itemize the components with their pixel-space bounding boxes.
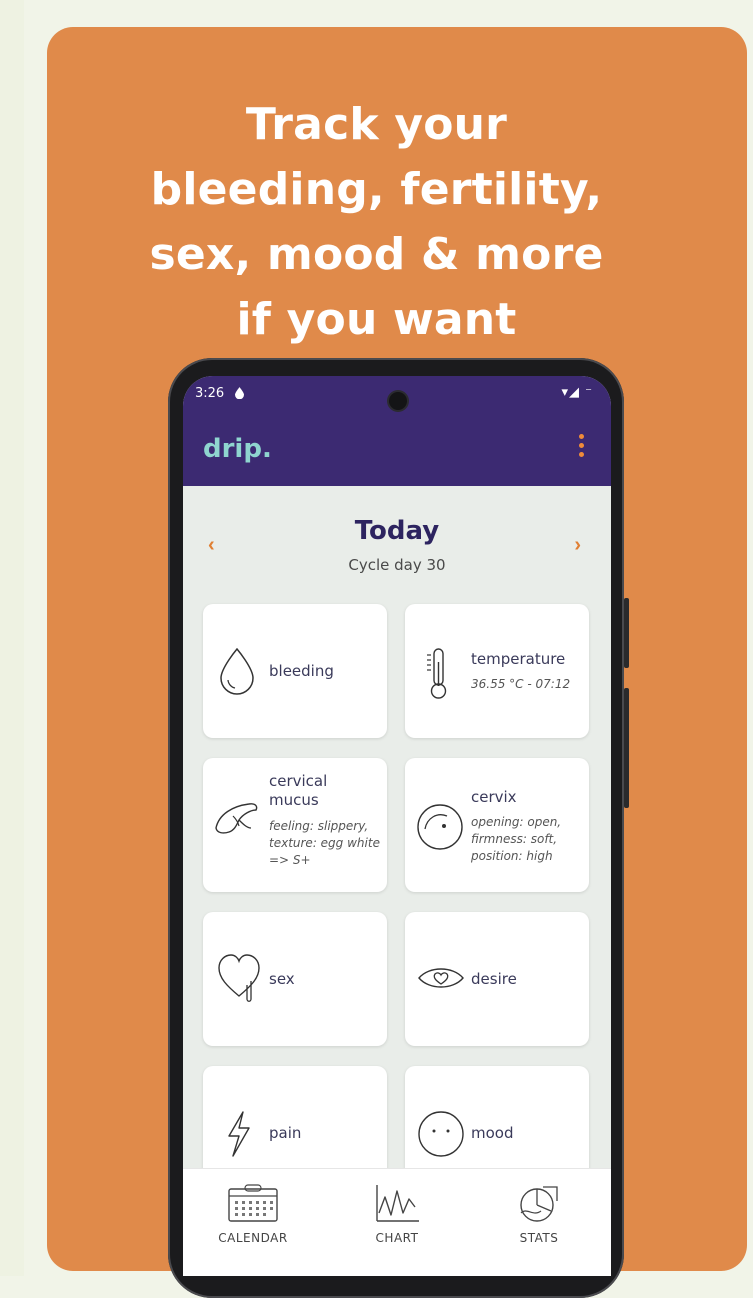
tile-label: pain [269,1124,302,1142]
drop-icon [235,387,244,399]
tile-detail: 36.55 °C - 07:12 [471,677,571,691]
headline-line: bleeding, fertility, [150,164,603,215]
tile-label: mood [471,1124,514,1142]
bottom-navigation: CALENDAR CHART STATS [183,1168,611,1276]
calendar-icon [228,1184,278,1222]
cycle-day-label: Cycle day 30 [348,556,446,574]
nav-calendar[interactable]: CALENDAR [193,1183,313,1245]
nav-label: CALENDAR [218,1231,288,1245]
status-time: 3:26 [195,386,225,401]
tile-detail: feeling: slippery, texture: egg white =>… [269,819,380,867]
face-icon [418,1111,464,1157]
date-title: Today [354,516,440,546]
tile-label: bleeding [269,662,334,680]
tile-cervical-mucus[interactable]: cervical mucus feeling: slippery, textur… [203,758,387,892]
thermometer-icon [427,648,447,699]
tile-detail: opening: open, firmness: soft, position:… [471,815,562,863]
app-logo: drip. [203,434,272,464]
nav-label: CHART [375,1231,419,1245]
cervix-icon [417,804,463,850]
phone-side-button [624,598,629,668]
mucus-icon [215,803,258,834]
lightning-icon [228,1111,250,1157]
promo-headline: Track your bleeding, fertility, sex, moo… [0,92,753,352]
tile-desire[interactable]: desire [405,912,589,1046]
phone-side-button [624,688,629,808]
nav-chart[interactable]: CHART [337,1183,457,1245]
headline-line: sex, mood & more [149,229,604,280]
headline-line: Track your [245,99,508,150]
chart-icon [376,1185,419,1222]
app-bar: 3:26 ▾◢ ⁻ drip. [183,376,611,486]
stats-icon [520,1186,558,1222]
nav-stats[interactable]: STATS [479,1183,599,1245]
tile-label: cervix [471,788,517,806]
headline-line: if you want [236,294,517,345]
camera-icon [389,392,407,410]
more-options-icon[interactable] [579,434,585,461]
heart-icon [218,954,260,1002]
eye-icon [418,968,464,988]
tile-sex[interactable]: sex [203,912,387,1046]
nav-label: STATS [519,1231,559,1245]
status-icons: ▾◢ ⁻ [561,385,593,400]
phone-screen: 3:26 ▾◢ ⁻ drip. ‹ Today Cycle day 30 › b… [183,376,611,1276]
tile-label: sex [269,970,295,988]
tile-temperature[interactable]: temperature 36.55 °C - 07:12 [405,604,589,738]
tile-bleeding[interactable]: bleeding [203,604,387,738]
tile-label: cervical mucus [269,772,328,809]
drop-icon [220,647,254,695]
tile-cervix[interactable]: cervix opening: open, firmness: soft, po… [405,758,589,892]
tile-label: desire [471,970,517,988]
tile-label: temperature [471,650,566,668]
next-day-button[interactable]: › [574,534,581,557]
